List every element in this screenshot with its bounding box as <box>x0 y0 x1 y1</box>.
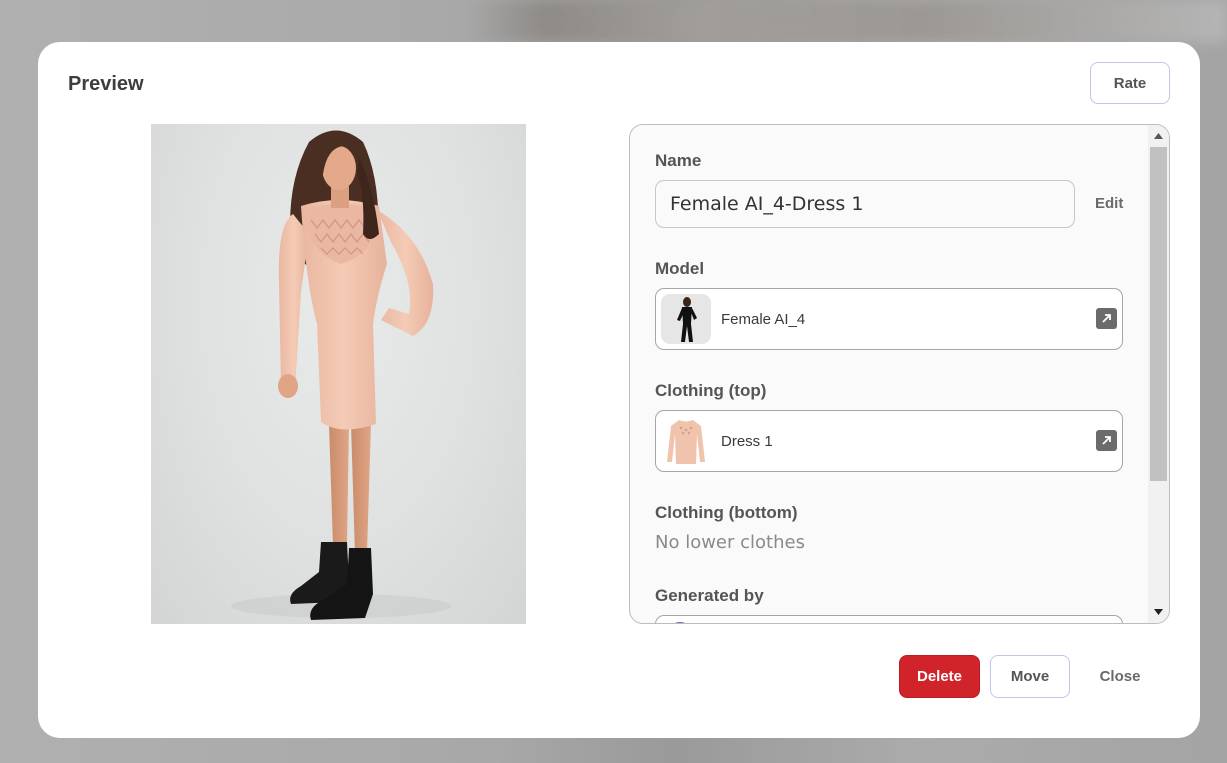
details-scroll-area[interactable]: Name Edit Model Female AI_4 <box>630 125 1148 623</box>
name-label: Name <box>655 151 702 170</box>
delete-button[interactable]: Delete <box>899 655 980 698</box>
move-button[interactable]: Move <box>990 655 1070 698</box>
generated-by-card[interactable] <box>655 615 1123 623</box>
scrollbar[interactable] <box>1148 125 1169 623</box>
generated-by-label: Generated by <box>655 586 764 605</box>
preview-image <box>151 124 526 624</box>
model-name: Female AI_4 <box>721 311 806 328</box>
external-link-icon[interactable] <box>1096 430 1117 451</box>
model-thumbnail <box>661 294 711 344</box>
external-link-icon[interactable] <box>1096 308 1117 329</box>
clothing-bottom-label: Clothing (bottom) <box>655 503 798 522</box>
model-photo <box>231 130 451 620</box>
edit-button[interactable]: Edit <box>1095 195 1123 212</box>
clothing-top-card[interactable]: Dress 1 <box>655 410 1123 472</box>
close-button[interactable]: Close <box>1080 655 1160 698</box>
scroll-down-arrow-icon[interactable] <box>1148 603 1169 621</box>
clothing-bottom-value: No lower clothes <box>655 532 805 553</box>
name-input[interactable] <box>655 180 1075 228</box>
rate-button[interactable]: Rate <box>1090 62 1170 104</box>
clothing-top-label: Clothing (top) <box>655 381 767 400</box>
clothing-top-name: Dress 1 <box>721 433 773 450</box>
preview-modal: Preview Rate Name Female AI_4-Dress 1 Ed… <box>38 42 1200 738</box>
modal-title: Preview <box>68 73 144 95</box>
scroll-thumb[interactable] <box>1150 147 1167 481</box>
clothing-top-thumbnail <box>661 416 711 466</box>
avatar <box>666 622 694 623</box>
model-label: Model <box>655 259 705 278</box>
backdrop-content <box>470 0 1227 42</box>
details-panel: Name Edit Model Female AI_4 <box>629 124 1170 624</box>
scroll-up-arrow-icon[interactable] <box>1148 127 1169 145</box>
model-card[interactable]: Female AI_4 <box>655 288 1123 350</box>
